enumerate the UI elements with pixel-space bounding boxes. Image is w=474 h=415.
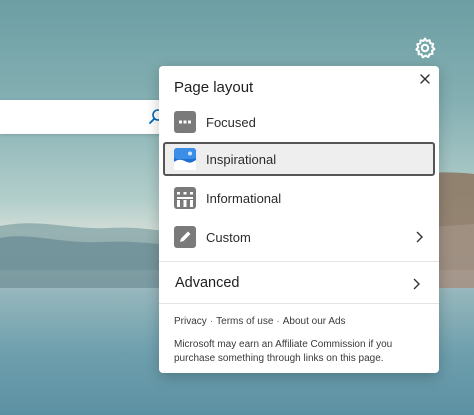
divider [159,261,439,262]
affiliate-disclaimer: Microsoft may earn an Affiliate Commissi… [174,339,393,364]
chevron-right-icon [413,278,420,290]
separator: · [209,316,214,327]
about-ads-link[interactable]: About our Ads [283,316,346,327]
informational-layout-icon [174,187,196,209]
layout-option-label: Informational [206,190,282,206]
gear-icon[interactable] [413,36,437,60]
panel-title: Page layout [174,79,254,96]
focused-layout-icon [174,111,196,133]
separator: · [276,316,280,327]
chevron-right-icon [416,231,423,243]
advanced-label: Advanced [175,275,240,291]
layout-option-inspirational[interactable]: Inspirational [163,142,435,176]
privacy-link[interactable]: Privacy [174,316,207,327]
advanced-settings-row[interactable]: Advanced [159,266,439,302]
terms-link[interactable]: Terms of use [216,316,273,327]
footer-links: Privacy · Terms of use · About our Ads [174,316,346,327]
search-bar[interactable] [0,100,174,134]
layout-option-focused[interactable]: Focused [163,105,435,139]
layout-option-custom[interactable]: Custom [163,220,435,254]
layout-option-label: Focused [206,114,256,130]
pencil-icon [174,226,196,248]
layout-option-informational[interactable]: Informational [163,181,435,215]
close-icon[interactable] [417,71,433,87]
inspirational-layout-icon [174,148,196,170]
page-layout-panel: Page layout Focused Inspirational Inform… [159,66,439,373]
layout-option-label: Inspirational [206,151,277,167]
divider [159,303,439,304]
layout-option-label: Custom [206,229,251,245]
